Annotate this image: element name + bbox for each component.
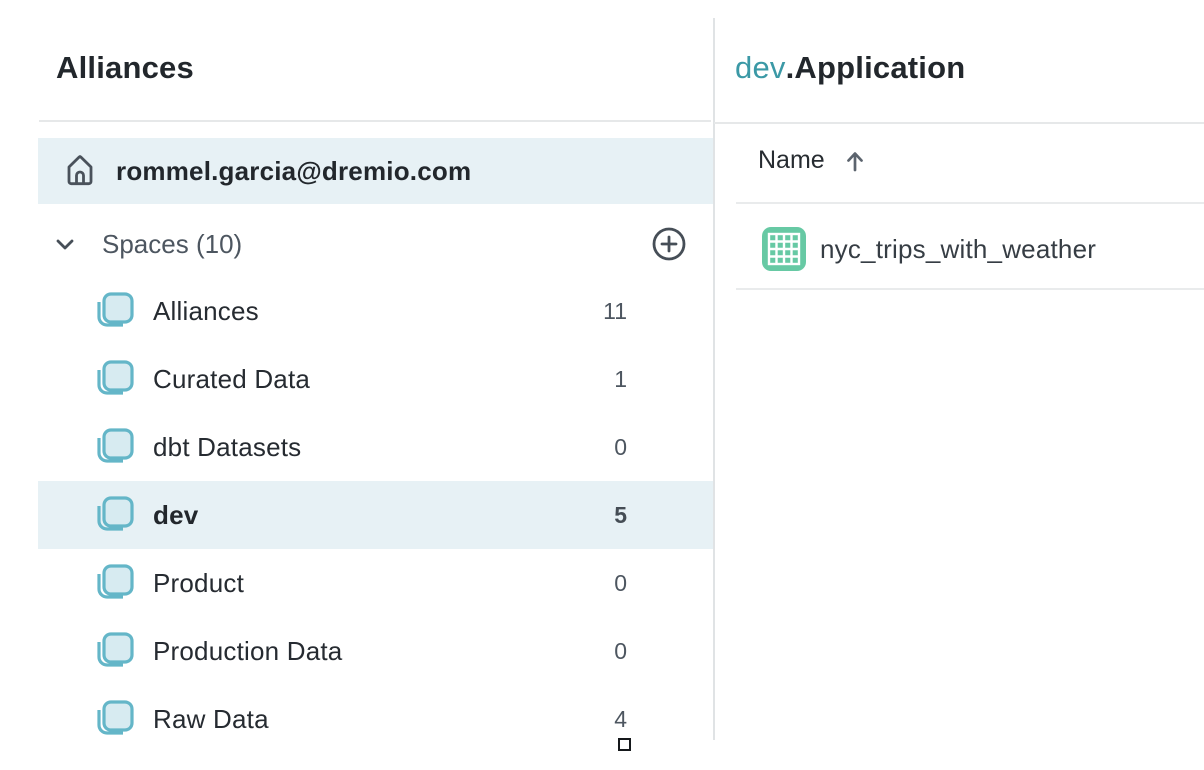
breadcrumb-dataset: Application bbox=[794, 50, 965, 85]
dataset-count-badge: 0 bbox=[614, 570, 627, 597]
space-icon bbox=[95, 495, 135, 535]
space-icon bbox=[95, 563, 135, 603]
sidebar-item-production-data[interactable]: Production Data 0 bbox=[38, 617, 713, 685]
sidebar-item-label: Production Data bbox=[153, 636, 342, 667]
chevron-down-icon[interactable] bbox=[52, 231, 78, 257]
sidebar-title: Alliances bbox=[56, 50, 194, 86]
sidebar-item-dbt-datasets[interactable]: dbt Datasets 0 bbox=[38, 413, 713, 481]
dataset-count-badge: 1 bbox=[614, 366, 627, 393]
sidebar-item-dev[interactable]: dev 5 bbox=[38, 481, 713, 549]
dataset-count-badge: 11 bbox=[603, 298, 627, 325]
sidebar-item-product[interactable]: Product 0 bbox=[38, 549, 713, 617]
sidebar-item-label: Product bbox=[153, 568, 244, 599]
small-square-marker bbox=[618, 738, 631, 751]
dataset-count-badge: 4 bbox=[614, 706, 627, 733]
table-header-divider bbox=[736, 202, 1204, 204]
dataset-count-badge: 5 bbox=[614, 502, 627, 529]
sidebar-item-label: Raw Data bbox=[153, 704, 269, 735]
panel-divider bbox=[713, 18, 715, 740]
sidebar-title-divider bbox=[39, 120, 711, 122]
column-header-name[interactable]: Name bbox=[758, 146, 869, 175]
space-icon bbox=[95, 699, 135, 739]
home-icon bbox=[62, 150, 98, 192]
sidebar-item-curated-data[interactable]: Curated Data 1 bbox=[38, 345, 713, 413]
dataset-count-badge: 0 bbox=[614, 638, 627, 665]
add-space-button[interactable] bbox=[650, 225, 688, 263]
dataset-name: nyc_trips_with_weather bbox=[820, 234, 1096, 265]
sidebar-item-alliances[interactable]: Alliances 11 bbox=[38, 277, 713, 345]
sidebar-item-raw-data[interactable]: Raw Data 4 bbox=[38, 685, 713, 753]
spaces-header-label: Spaces (10) bbox=[102, 229, 650, 260]
dataset-count-badge: 0 bbox=[614, 434, 627, 461]
space-icon bbox=[95, 291, 135, 331]
dataset-table-icon bbox=[761, 226, 807, 272]
plus-circle-icon bbox=[650, 225, 688, 263]
space-icon bbox=[95, 427, 135, 467]
column-header-label: Name bbox=[758, 146, 825, 175]
space-icon bbox=[95, 631, 135, 671]
space-icon bbox=[95, 359, 135, 399]
breadcrumb: dev.Application bbox=[735, 50, 965, 86]
sidebar-item-label: Curated Data bbox=[153, 364, 310, 395]
dataset-row[interactable]: nyc_trips_with_weather bbox=[761, 223, 1096, 275]
home-item-label: rommel.garcia@dremio.com bbox=[116, 156, 471, 187]
spaces-header[interactable]: Spaces (10) bbox=[38, 216, 713, 272]
dremio-catalog-screen: Alliances rommel.garcia@dremio.com Space… bbox=[0, 0, 1204, 770]
sort-ascending-icon bbox=[841, 147, 869, 175]
table-row-divider bbox=[736, 288, 1204, 290]
sidebar-item-label: dev bbox=[153, 500, 198, 531]
sidebar-item-label: dbt Datasets bbox=[153, 432, 301, 463]
sidebar-item-label: Alliances bbox=[153, 296, 259, 327]
breadcrumb-space-link[interactable]: dev bbox=[735, 50, 786, 85]
spaces-list: Alliances 11 Curated Data 1 dbt Datasets bbox=[38, 277, 713, 753]
breadcrumb-divider bbox=[714, 122, 1204, 124]
home-item[interactable]: rommel.garcia@dremio.com bbox=[38, 138, 713, 204]
